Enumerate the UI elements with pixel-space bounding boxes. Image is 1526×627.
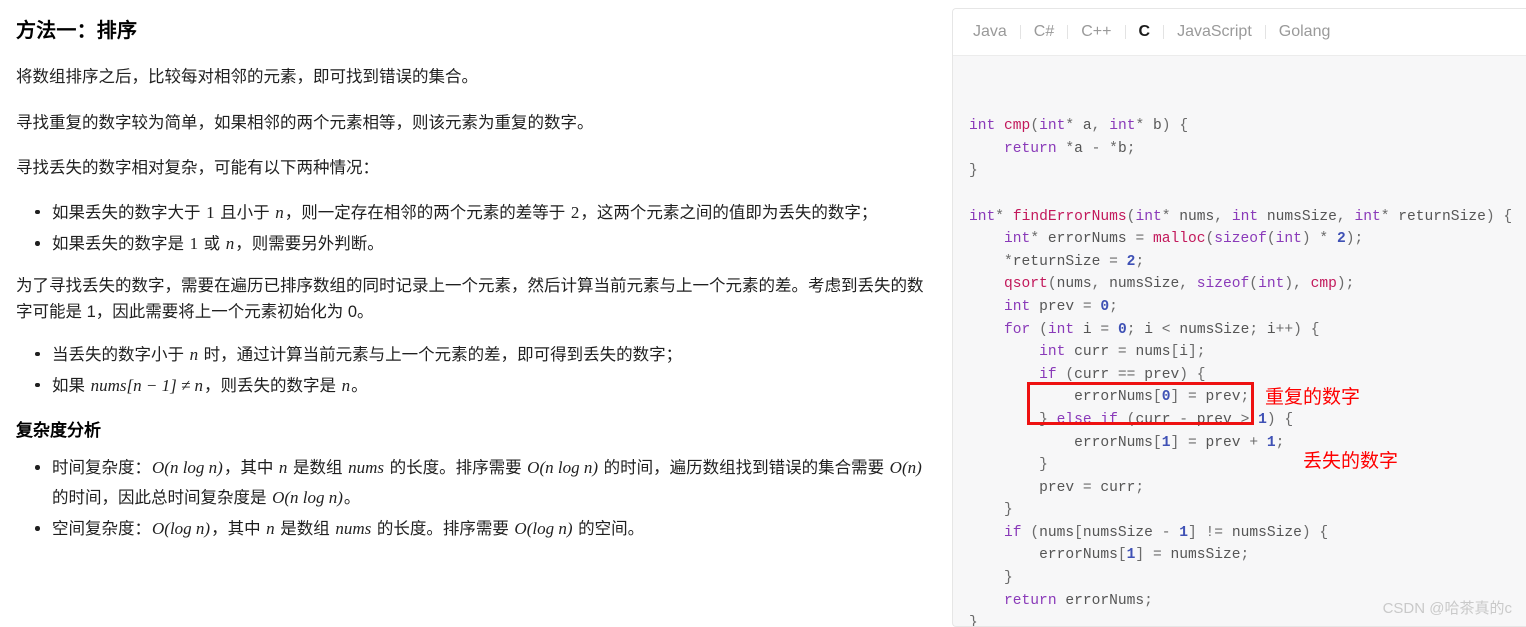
bullet-list-missing-cases: 如果丢失的数字大于 1 且小于 n，则一定存在相邻的两个元素的差等于 2，这两个… bbox=[16, 198, 924, 259]
text-5: 的时间，因此总时间复杂度是 bbox=[52, 488, 272, 507]
bullet-text-pre: 如果丢失的数字是 bbox=[52, 235, 189, 254]
text-4: 的时间，遍历数组找到错误的集合需要 bbox=[599, 459, 889, 478]
tab-c[interactable]: C bbox=[1126, 23, 1164, 41]
math-n: n bbox=[341, 375, 351, 395]
tab-c-[interactable]: C++ bbox=[1068, 23, 1124, 41]
bullet-text-post: 时，通过计算当前元素与上一个元素的差，即可得到丢失的数字； bbox=[199, 345, 683, 364]
bullet-text-tail: 。 bbox=[351, 376, 368, 395]
bullet-text-pre: 如果 bbox=[52, 376, 90, 395]
bullet-text-mid2: ，则一定存在相邻的两个元素的差等于 bbox=[284, 203, 570, 222]
page-root: 方法一：排序 将数组排序之后，比较每对相邻的元素，即可找到错误的集合。 寻找重复… bbox=[0, 0, 1526, 627]
complexity-label: 时间复杂度： bbox=[52, 459, 151, 478]
math-n: n bbox=[189, 344, 199, 364]
language-tab-bar: Java C# C++ C JavaScript Golang bbox=[953, 9, 1526, 56]
paragraph-1: 将数组排序之后，比较每对相邻的元素，即可找到错误的集合。 bbox=[16, 68, 478, 86]
bullet-text-pre: 当丢失的数字小于 bbox=[52, 345, 189, 364]
annotation-missing: 丢失的数字 bbox=[1303, 451, 1399, 472]
math-big-o-2: O(log n) bbox=[514, 519, 573, 539]
text-1: ，其中 bbox=[223, 459, 278, 478]
paragraph-2: 寻找重复的数字较为简单，如果相邻的两个元素相等，则该元素为重复的数字。 bbox=[16, 113, 594, 132]
bullet-text-mid: 或 bbox=[199, 235, 225, 254]
math-one: 1 bbox=[206, 202, 215, 222]
math-two: 2 bbox=[570, 202, 580, 222]
math-big-o-4: O(n log n) bbox=[272, 487, 343, 507]
code-text: int cmp(int* a, int* b) { return *a - *b… bbox=[969, 118, 1513, 627]
bullet-text-post: ，则丢失的数字是 bbox=[204, 376, 341, 395]
text-3: 的长度。排序需要 bbox=[385, 459, 527, 478]
math-nums: nums bbox=[335, 519, 372, 539]
article-content: 方法一：排序 将数组排序之后，比较每对相邻的元素，即可找到错误的集合。 寻找重复… bbox=[0, 0, 940, 559]
paragraph-3: 寻找丢失的数字相对复杂，可能有以下两种情况： bbox=[16, 159, 379, 178]
list-item-time-complexity: 时间复杂度：O(n log n)，其中 n 是数组 nums 的长度。排序需要 … bbox=[35, 453, 924, 512]
bullet-text-pre: 如果丢失的数字大于 bbox=[52, 203, 206, 222]
math-n: n bbox=[266, 519, 275, 539]
math-n: n bbox=[225, 234, 235, 254]
text-3: 的长度。排序需要 bbox=[372, 520, 514, 539]
list-item: 当丢失的数字小于 n 时，通过计算当前元素与上一个元素的差，即可得到丢失的数字； bbox=[35, 340, 924, 369]
list-item-space-complexity: 空间复杂度：O(log n)，其中 n 是数组 nums 的长度。排序需要 O(… bbox=[35, 514, 924, 543]
bullet-text-post: ，这两个元素之间的值即为丢失的数字； bbox=[580, 203, 878, 222]
code-panel: Java C# C++ C JavaScript Golang int cmp(int* … bbox=[952, 8, 1526, 627]
tab-java[interactable]: Java bbox=[969, 23, 1020, 41]
list-item: 如果丢失的数字大于 1 且小于 n，则一定存在相邻的两个元素的差等于 2，这两个… bbox=[35, 198, 924, 227]
math-big-o: O(log n) bbox=[152, 519, 211, 539]
text-4: 的空间。 bbox=[573, 520, 645, 539]
list-item: 如果 nums[n − 1] ≠ n，则丢失的数字是 n。 bbox=[35, 371, 924, 400]
csdn-watermark: CSDN @哈茶真的c bbox=[1382, 600, 1512, 617]
math-n: n bbox=[278, 458, 288, 478]
text-1: ，其中 bbox=[211, 520, 266, 539]
math-big-o-2: O(n log n) bbox=[527, 458, 598, 478]
code-block[interactable]: int cmp(int* a, int* b) { return *a - *b… bbox=[953, 56, 1526, 627]
math-nums: nums bbox=[348, 458, 384, 478]
bullet-text-post: ，则需要另外判断。 bbox=[235, 235, 384, 254]
paragraph-middle: 为了寻找丢失的数字，需要在遍历已排序数组的同时记录上一个元素，然后计算当前元素与… bbox=[16, 277, 924, 321]
complexity-label: 空间复杂度： bbox=[52, 520, 151, 539]
tab-golang[interactable]: Golang bbox=[1266, 23, 1344, 41]
math-big-o: O(n log n) bbox=[152, 458, 223, 478]
annotation-duplicate: 重复的数字 bbox=[1265, 387, 1361, 408]
math-nums-expr: nums[n − 1] ≠ n bbox=[90, 375, 204, 395]
tab-javascript[interactable]: JavaScript bbox=[1164, 23, 1265, 41]
math-big-o-3: O(n) bbox=[889, 458, 922, 478]
page-title: 方法一：排序 bbox=[16, 20, 138, 42]
bullet-list-complexity: 时间复杂度：O(n log n)，其中 n 是数组 nums 的长度。排序需要 … bbox=[16, 453, 924, 543]
tab-c-[interactable]: C# bbox=[1021, 23, 1067, 41]
text-2: 是数组 bbox=[275, 520, 335, 539]
section-heading-complexity: 复杂度分析 bbox=[16, 421, 101, 441]
text-2: 是数组 bbox=[288, 459, 348, 478]
text-6: 。 bbox=[343, 488, 361, 507]
bullet-list-derivation: 当丢失的数字小于 n 时，通过计算当前元素与上一个元素的差，即可得到丢失的数字；… bbox=[16, 340, 924, 401]
math-n: n bbox=[275, 202, 284, 222]
list-item: 如果丢失的数字是 1 或 n，则需要另外判断。 bbox=[35, 229, 924, 258]
math-one: 1 bbox=[189, 234, 199, 254]
bullet-text-mid: 且小于 bbox=[215, 203, 275, 222]
